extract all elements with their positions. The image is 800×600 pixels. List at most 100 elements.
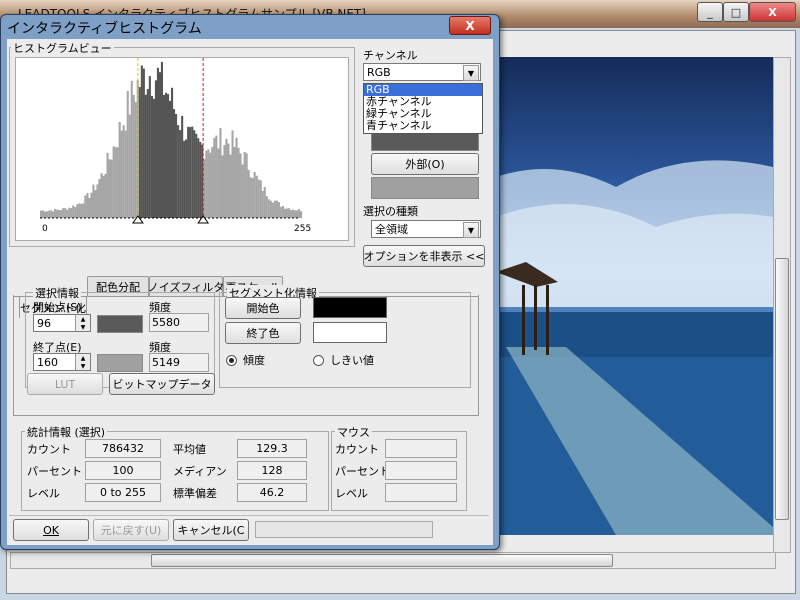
- start-point-spinner[interactable]: ▲ ▼: [75, 315, 90, 331]
- histogram-bar: [277, 202, 280, 218]
- horizontal-scrollbar[interactable]: [10, 552, 776, 569]
- histogram-bar: [294, 210, 297, 218]
- histogram-bar: [209, 152, 212, 218]
- selection-type-select[interactable]: 全領域 ▼: [371, 220, 481, 238]
- histogram-bar: [269, 200, 272, 218]
- histogram-bar: [259, 180, 262, 218]
- mean-label: 平均値: [173, 443, 206, 456]
- horizontal-scroll-thumb[interactable]: [151, 554, 613, 567]
- spin-up-icon: ▲: [80, 315, 86, 323]
- histogram-bar: [265, 196, 268, 218]
- bitmap-data-button[interactable]: ビットマップデータ: [109, 373, 215, 395]
- histogram-bar: [82, 203, 85, 218]
- histogram-bar: [162, 94, 165, 218]
- selection-type-value: 全領域: [375, 223, 408, 236]
- mouse-count-label: カウント: [335, 443, 379, 456]
- start-frequency-value: 5580: [149, 313, 209, 332]
- histogram-bar: [100, 173, 103, 218]
- histogram-bar: [112, 146, 115, 218]
- histogram-bar: [281, 206, 284, 218]
- progress-bar: [255, 521, 433, 538]
- end-frequency-value: 5149: [149, 353, 209, 372]
- histogram-bar: [263, 187, 266, 218]
- histogram-bar: [251, 178, 254, 218]
- histogram-bar: [80, 203, 83, 218]
- histogram-bar: [152, 98, 155, 218]
- radio-threshold[interactable]: しきい値: [313, 352, 374, 368]
- histogram-bar: [70, 208, 73, 218]
- histogram-bar: [50, 210, 53, 218]
- vertical-scroll-thumb[interactable]: [775, 258, 789, 520]
- channel-option-blue[interactable]: 青チャンネル: [364, 120, 482, 132]
- histogram-bar: [298, 209, 301, 218]
- main-close-button[interactable]: X: [749, 2, 796, 22]
- start-color-swatch[interactable]: [313, 297, 387, 318]
- end-color-swatch[interactable]: [313, 322, 387, 343]
- histogram-bar: [257, 179, 260, 218]
- histogram-bar: [227, 143, 230, 218]
- count-value: 786432: [85, 439, 161, 458]
- histogram-bar: [215, 135, 218, 218]
- mouse-count-value: [385, 439, 457, 458]
- histogram-bar: [165, 92, 168, 218]
- histogram-bar: [142, 68, 145, 218]
- channel-dropdown-list: RGB 赤チャンネル 緑チャンネル 青チャンネル: [363, 83, 483, 134]
- histogram-bar: [211, 147, 214, 218]
- histogram-bar: [275, 200, 278, 218]
- start-color-button[interactable]: 開始色: [225, 297, 301, 319]
- histogram-bar: [74, 207, 77, 218]
- ok-button[interactable]: OK: [13, 519, 89, 541]
- histogram-bar: [84, 195, 87, 218]
- cancel-button[interactable]: キャンセル(C: [173, 519, 249, 541]
- histogram-bar: [108, 159, 111, 218]
- undo-button[interactable]: 元に戻す(U): [93, 519, 169, 541]
- lut-button[interactable]: LUT: [27, 373, 103, 395]
- histogram-bar: [291, 209, 294, 218]
- histogram-canvas[interactable]: 0 255: [15, 57, 349, 241]
- histogram-bar: [48, 210, 51, 218]
- histogram-bar: [285, 208, 288, 218]
- histogram-bar: [296, 210, 299, 218]
- level-value: 0 to 255: [85, 483, 161, 502]
- histogram-bar: [207, 149, 210, 218]
- histogram-bar: [267, 199, 270, 218]
- minimize-button[interactable]: _: [697, 2, 723, 22]
- spin-up-icon: ▲: [80, 354, 86, 362]
- histogram-bar: [134, 102, 137, 218]
- external-button[interactable]: 外部(O): [371, 153, 479, 175]
- dialog-close-button[interactable]: X: [449, 16, 491, 35]
- histogram-bar: [72, 205, 75, 218]
- radio-gradient[interactable]: 傾度: [226, 352, 265, 368]
- histogram-bar: [181, 115, 184, 218]
- histogram-bar: [116, 147, 119, 218]
- hide-options-button[interactable]: オプションを非表示 <<: [363, 245, 485, 267]
- maximize-button[interactable]: □: [723, 2, 749, 22]
- histogram-bar: [160, 62, 163, 218]
- histogram-bar: [106, 152, 109, 218]
- median-label: メディアン: [173, 465, 227, 478]
- histogram-bar: [193, 130, 196, 218]
- histogram-dialog: インタラクティブヒストグラム X ヒストグラムビュー 0 255 チャンネル R…: [0, 14, 500, 550]
- channel-select[interactable]: RGB ▼: [363, 63, 481, 81]
- vertical-scrollbar[interactable]: [773, 57, 791, 553]
- end-color-button[interactable]: 終了色: [225, 322, 301, 344]
- histogram-bar: [122, 125, 125, 218]
- histogram-bar: [124, 130, 127, 218]
- radio-threshold-label: しきい値: [330, 354, 374, 367]
- histogram-bar: [205, 150, 208, 218]
- image-viewer[interactable]: [496, 57, 773, 535]
- end-point-spinner[interactable]: ▲ ▼: [75, 354, 90, 370]
- histogram-bar: [88, 198, 91, 218]
- histogram-bar: [223, 145, 226, 218]
- percent-label: パーセント: [27, 465, 82, 478]
- histogram-bar: [217, 148, 220, 218]
- chevron-down-icon[interactable]: ▼: [463, 65, 479, 81]
- histogram-bar: [132, 95, 135, 218]
- start-point-input[interactable]: 96 ▲ ▼: [33, 314, 91, 332]
- end-point-input[interactable]: 160 ▲ ▼: [33, 353, 91, 371]
- histogram-bar: [102, 175, 105, 218]
- chevron-down-icon[interactable]: ▼: [463, 222, 479, 238]
- histogram-bar: [86, 193, 89, 218]
- histogram-bar: [104, 173, 107, 218]
- histogram-bar: [96, 184, 99, 218]
